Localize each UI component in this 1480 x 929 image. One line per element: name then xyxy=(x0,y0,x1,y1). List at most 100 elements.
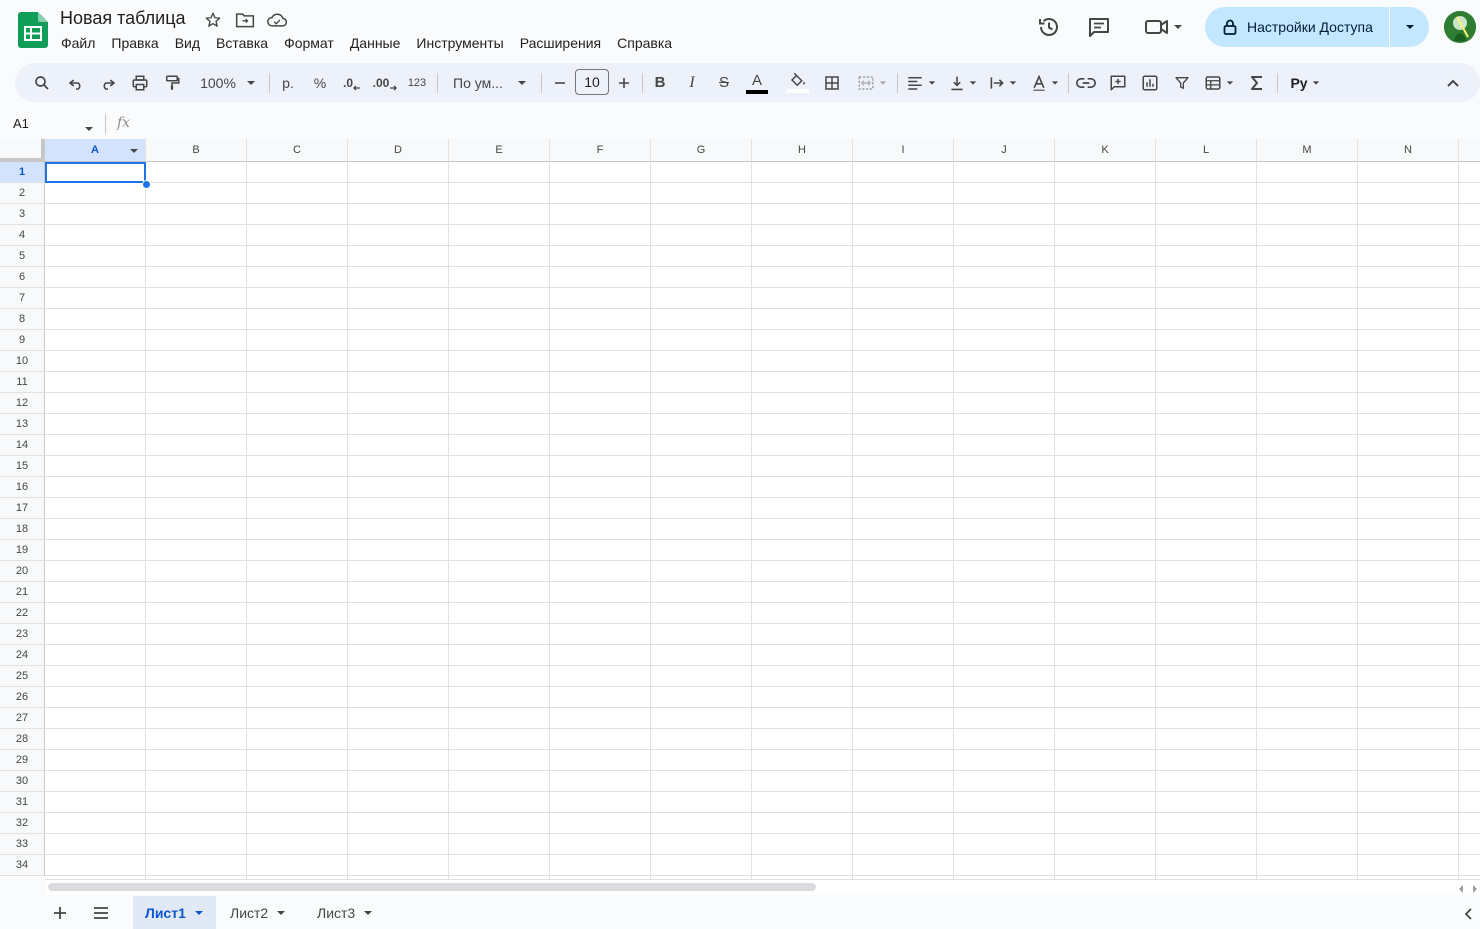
document-title[interactable]: Новая таблица xyxy=(60,8,186,29)
insert-link-icon[interactable] xyxy=(1073,63,1099,102)
row-header-14[interactable]: 14 xyxy=(0,435,45,456)
column-menu-caret-icon[interactable] xyxy=(129,146,139,156)
fill-color-button[interactable] xyxy=(785,63,811,102)
increase-decimal-button[interactable]: .00 xyxy=(372,63,398,102)
column-header-f[interactable]: F xyxy=(550,139,651,162)
column-header-h[interactable]: H xyxy=(752,139,853,162)
horizontal-scrollbar-thumb[interactable] xyxy=(48,883,816,891)
insert-comment-icon[interactable] xyxy=(1105,63,1131,102)
row-header-13[interactable]: 13 xyxy=(0,414,45,435)
column-header-l[interactable]: L xyxy=(1156,139,1257,162)
text-color-button[interactable]: A xyxy=(745,63,769,102)
decrease-font-size-icon[interactable] xyxy=(550,63,570,102)
row-header-28[interactable]: 28 xyxy=(0,729,45,750)
font-family-select[interactable]: По ум... xyxy=(447,63,533,102)
bold-button[interactable]: B xyxy=(649,63,671,102)
undo-icon[interactable] xyxy=(63,63,89,102)
row-header-9[interactable]: 9 xyxy=(0,330,45,351)
collapse-toolbar-icon[interactable] xyxy=(1441,63,1465,102)
row-header-29[interactable]: 29 xyxy=(0,750,45,771)
font-size-input[interactable]: 10 xyxy=(575,69,609,95)
number-format-button[interactable]: 123 xyxy=(405,63,429,102)
all-sheets-menu-icon[interactable] xyxy=(92,905,110,926)
column-header-b[interactable]: B xyxy=(146,139,247,162)
column-header-m[interactable]: M xyxy=(1257,139,1358,162)
row-header-20[interactable]: 20 xyxy=(0,561,45,582)
row-header-24[interactable]: 24 xyxy=(0,645,45,666)
row-header-34[interactable]: 34 xyxy=(0,855,45,876)
version-history-icon[interactable] xyxy=(1034,12,1064,42)
column-header-i[interactable]: I xyxy=(853,139,954,162)
sheet-tab-1[interactable]: Лист1 xyxy=(133,896,216,929)
menu-edit[interactable]: Правка xyxy=(103,33,166,53)
row-header-12[interactable]: 12 xyxy=(0,393,45,414)
horizontal-align-button[interactable] xyxy=(903,63,939,102)
row-header-18[interactable]: 18 xyxy=(0,519,45,540)
share-dropdown-button[interactable] xyxy=(1390,22,1429,32)
row-header-26[interactable]: 26 xyxy=(0,687,45,708)
input-tools-button[interactable]: Ру xyxy=(1285,63,1325,102)
name-box[interactable]: A1 xyxy=(13,116,29,131)
star-icon[interactable] xyxy=(202,9,224,31)
select-all-corner[interactable] xyxy=(0,139,45,162)
row-header-5[interactable]: 5 xyxy=(0,246,45,267)
row-header-30[interactable]: 30 xyxy=(0,771,45,792)
filter-views-button[interactable] xyxy=(1201,63,1237,102)
search-menus-icon[interactable] xyxy=(29,63,55,102)
row-header-25[interactable]: 25 xyxy=(0,666,45,687)
italic-button[interactable]: I xyxy=(681,63,703,102)
print-icon[interactable] xyxy=(127,63,153,102)
menu-data[interactable]: Данные xyxy=(342,33,409,53)
row-header-23[interactable]: 23 xyxy=(0,624,45,645)
column-header-e[interactable]: E xyxy=(449,139,550,162)
spreadsheet-grid[interactable]: A B C D E F G H I J K L M N 1 2 3 4 5 6 7 8 9 10 11 12 13 14 15 16 17 1… xyxy=(0,139,1480,879)
redo-icon[interactable] xyxy=(95,63,121,102)
column-header-n[interactable]: N xyxy=(1358,139,1459,162)
row-header-3[interactable]: 3 xyxy=(0,204,45,225)
borders-icon[interactable] xyxy=(819,63,845,102)
row-header-32[interactable]: 32 xyxy=(0,813,45,834)
menu-file[interactable]: Файл xyxy=(53,33,103,53)
row-header-1[interactable]: 1 xyxy=(0,162,45,183)
menu-tools[interactable]: Инструменты xyxy=(408,33,511,53)
sheet-tab-3[interactable]: Лист3 xyxy=(305,896,385,929)
row-header-7[interactable]: 7 xyxy=(0,288,45,309)
cloud-saved-icon[interactable] xyxy=(266,9,288,31)
formula-input[interactable] xyxy=(140,112,1470,136)
decrease-decimal-button[interactable]: .0 xyxy=(340,63,364,102)
column-header-next[interactable] xyxy=(1459,139,1480,162)
row-header-4[interactable]: 4 xyxy=(0,225,45,246)
row-header-16[interactable]: 16 xyxy=(0,477,45,498)
insert-chart-icon[interactable] xyxy=(1137,63,1163,102)
text-rotation-button[interactable] xyxy=(1027,63,1063,102)
meet-icon[interactable] xyxy=(1140,12,1186,42)
side-panel-toggle-icon[interactable] xyxy=(1463,907,1473,926)
menu-format[interactable]: Формат xyxy=(276,33,342,53)
add-sheet-icon[interactable] xyxy=(52,905,68,926)
menu-help[interactable]: Справка xyxy=(609,33,680,53)
currency-format-button[interactable]: р. xyxy=(277,63,299,102)
menu-extensions[interactable]: Расширения xyxy=(512,33,609,53)
active-cell-a1[interactable] xyxy=(45,162,146,183)
text-wrapping-button[interactable] xyxy=(985,63,1021,102)
paint-format-icon[interactable] xyxy=(159,63,185,102)
row-header-15[interactable]: 15 xyxy=(0,456,45,477)
column-header-d[interactable]: D xyxy=(348,139,449,162)
sheet-tab-2[interactable]: Лист2 xyxy=(218,896,298,929)
fill-handle[interactable] xyxy=(142,180,151,189)
percent-format-button[interactable]: % xyxy=(309,63,331,102)
column-header-g[interactable]: G xyxy=(651,139,752,162)
row-header-17[interactable]: 17 xyxy=(0,498,45,519)
row-header-31[interactable]: 31 xyxy=(0,792,45,813)
row-header-11[interactable]: 11 xyxy=(0,372,45,393)
column-header-k[interactable]: K xyxy=(1055,139,1156,162)
row-header-21[interactable]: 21 xyxy=(0,582,45,603)
column-header-a[interactable]: A xyxy=(45,139,146,162)
merge-cells-button[interactable] xyxy=(853,63,891,102)
name-box-dropdown-icon[interactable] xyxy=(84,121,94,139)
row-header-27[interactable]: 27 xyxy=(0,708,45,729)
column-header-j[interactable]: J xyxy=(954,139,1055,162)
comments-icon[interactable] xyxy=(1084,12,1114,42)
row-header-2[interactable]: 2 xyxy=(0,183,45,204)
row-header-22[interactable]: 22 xyxy=(0,603,45,624)
